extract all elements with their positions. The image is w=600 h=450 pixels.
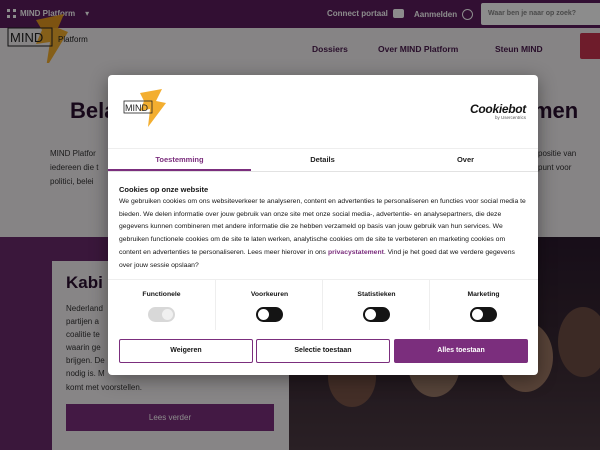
toggle-marketing: Marketing xyxy=(429,280,537,330)
statistics-switch[interactable] xyxy=(363,307,390,322)
preferences-switch[interactable] xyxy=(256,307,283,322)
dialog-logo: MIND xyxy=(123,89,166,127)
tab-consent[interactable]: Toestemming xyxy=(108,155,251,164)
toggle-label: Functionele xyxy=(142,291,181,298)
allow-all-button[interactable]: Alles toestaan xyxy=(394,339,528,363)
consent-toggles: Functionele Voorkeuren Statistieken Mark… xyxy=(108,279,538,332)
tab-details[interactable]: Details xyxy=(251,155,394,164)
reject-button[interactable]: Weigeren xyxy=(119,339,253,363)
tab-about[interactable]: Over xyxy=(394,155,537,164)
toggle-label: Marketing xyxy=(467,291,500,298)
toggle-preferences: Voorkeuren xyxy=(215,280,323,330)
toggle-label: Voorkeuren xyxy=(250,291,289,298)
cookie-consent-dialog: MIND Cookiebot by Usercentrics Toestemmi… xyxy=(108,75,538,375)
dialog-tabs: Toestemming Details Over xyxy=(108,148,538,172)
dialog-body-text: We gebruiken cookies om ons websiteverke… xyxy=(119,198,526,256)
allow-selection-button[interactable]: Selectie toestaan xyxy=(256,339,390,363)
toggle-statistics: Statistieken xyxy=(322,280,430,330)
privacy-statement-link[interactable]: privacystatement xyxy=(328,249,384,256)
dialog-logo-text: MIND xyxy=(125,103,148,113)
toggle-functional: Functionele xyxy=(108,280,215,330)
functional-switch xyxy=(148,307,175,322)
cookiebot-brand: Cookiebot xyxy=(470,102,526,116)
active-tab-indicator xyxy=(108,169,251,171)
cookiebot-logo[interactable]: Cookiebot by Usercentrics xyxy=(470,102,526,120)
dialog-body: We gebruiken cookies om ons websiteverke… xyxy=(119,196,529,272)
dialog-heading: Cookies op onze website xyxy=(119,185,209,194)
marketing-switch[interactable] xyxy=(470,307,497,322)
toggle-label: Statistieken xyxy=(357,291,396,298)
